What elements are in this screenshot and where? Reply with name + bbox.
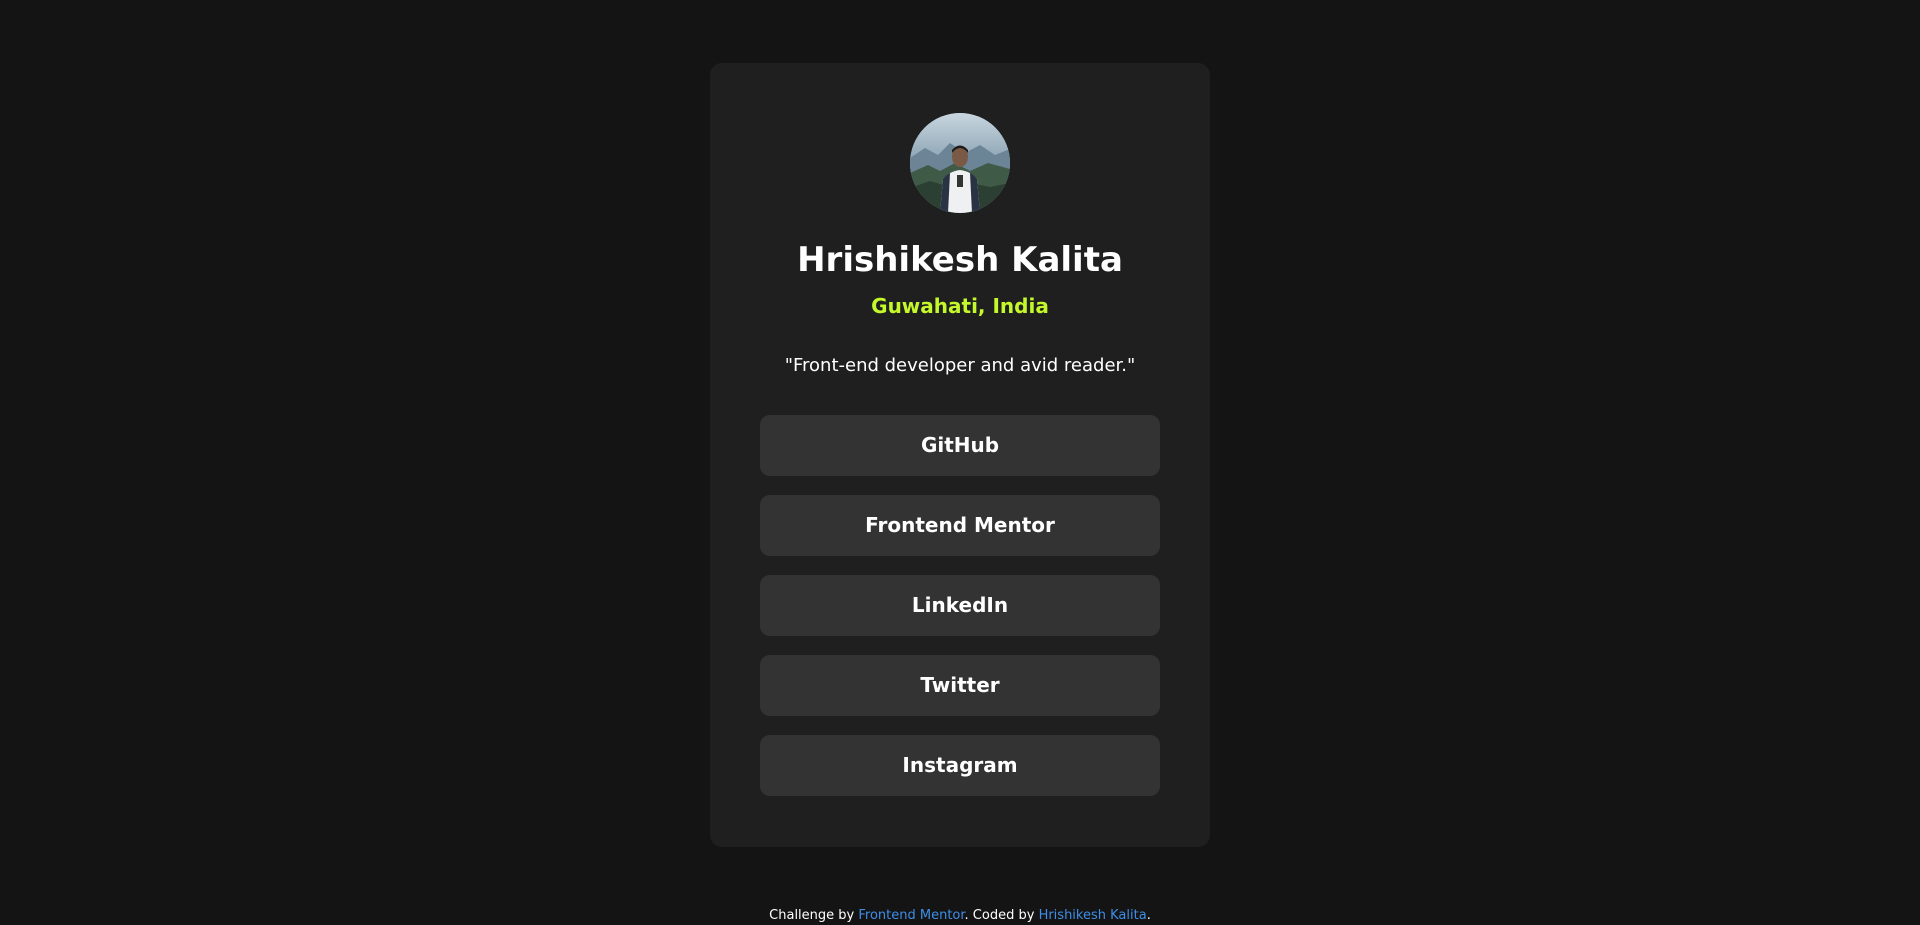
social-links: GitHub Frontend Mentor LinkedIn Twitter … bbox=[760, 415, 1160, 815]
frontend-mentor-link-button[interactable]: Frontend Mentor bbox=[760, 495, 1160, 556]
twitter-link-button[interactable]: Twitter bbox=[760, 655, 1160, 716]
avatar bbox=[910, 113, 1010, 213]
footer-challenge-link[interactable]: Frontend Mentor bbox=[858, 908, 964, 923]
footer-middle: . Coded by bbox=[964, 908, 1039, 923]
linkedin-link-button[interactable]: LinkedIn bbox=[760, 575, 1160, 636]
profile-location: Guwahati, India bbox=[871, 294, 1049, 318]
profile-bio: "Front-end developer and avid reader." bbox=[784, 355, 1136, 376]
profile-card: Hrishikesh Kalita Guwahati, India "Front… bbox=[710, 63, 1210, 847]
footer-author-link[interactable]: Hrishikesh Kalita bbox=[1039, 908, 1147, 923]
avatar-photo bbox=[910, 113, 1010, 213]
instagram-link-button[interactable]: Instagram bbox=[760, 735, 1160, 796]
footer-suffix: . bbox=[1146, 908, 1151, 923]
footer-prefix: Challenge by bbox=[769, 908, 859, 923]
attribution-footer: Challenge by Frontend Mentor. Coded by H… bbox=[0, 907, 1920, 925]
github-link-button[interactable]: GitHub bbox=[760, 415, 1160, 476]
profile-name: Hrishikesh Kalita bbox=[797, 240, 1123, 280]
